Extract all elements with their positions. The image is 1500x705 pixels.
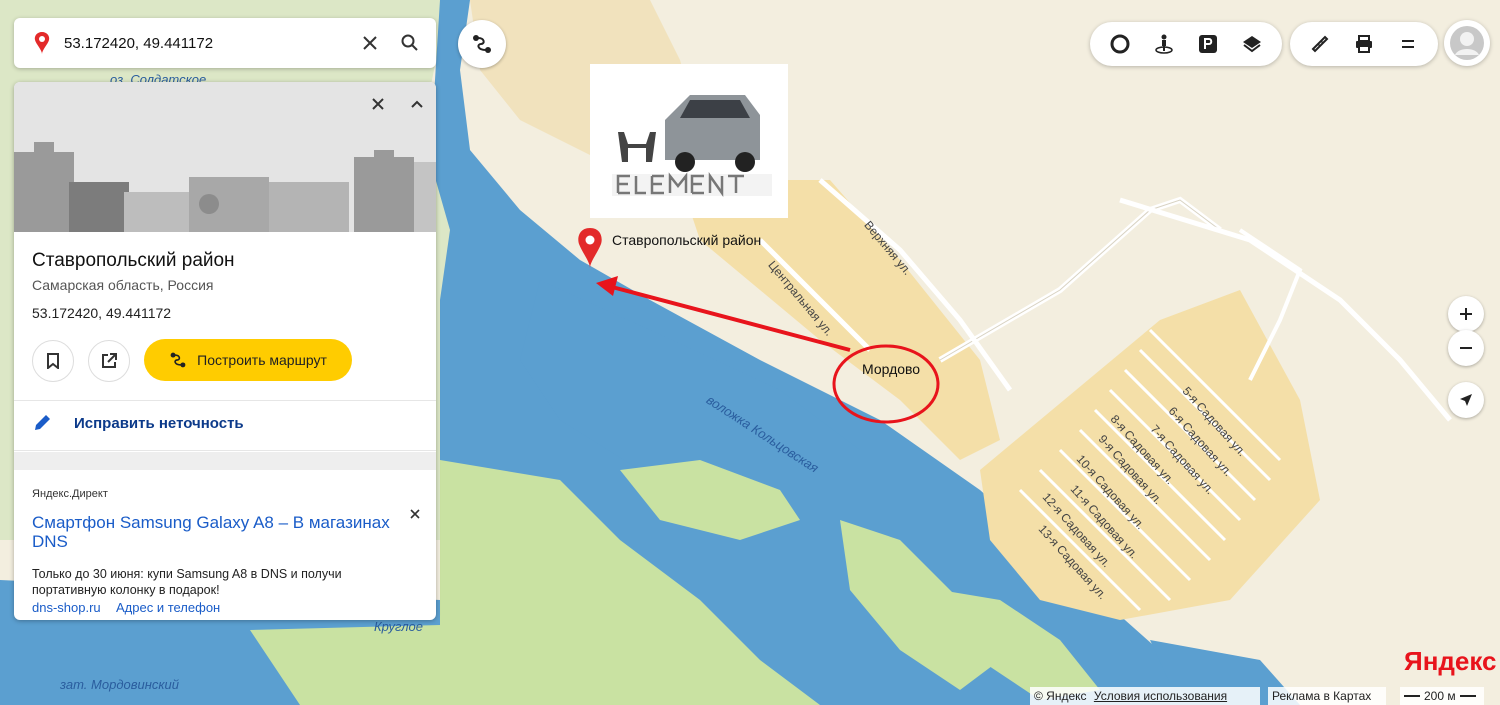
- search-icon: [401, 34, 418, 51]
- map-layers-button[interactable]: [1230, 22, 1274, 66]
- report-inaccuracy-link[interactable]: Исправить неточность: [32, 413, 244, 433]
- bookmark-button[interactable]: [32, 340, 74, 382]
- avatar-icon: [1450, 26, 1484, 60]
- card-divider: [14, 450, 436, 451]
- ad-separator: [14, 452, 436, 470]
- zoom-in-button[interactable]: [1448, 296, 1484, 332]
- ads-footer: Реклама в Картах: [1268, 687, 1386, 705]
- traffic-icon: [1110, 34, 1130, 54]
- place-subtitle: Самарская область, Россия: [32, 277, 214, 293]
- routes-button[interactable]: [458, 20, 506, 68]
- scale-line-left: [1404, 695, 1420, 697]
- panorama-man-icon: [1155, 34, 1173, 54]
- user-avatar[interactable]: [1444, 20, 1490, 66]
- menu-icon: [1402, 40, 1414, 48]
- place-title: Ставропольский район: [32, 250, 235, 271]
- close-icon: [372, 98, 384, 110]
- ad-text: Только до 30 июня: купи Samsung A8 в DNS…: [32, 567, 342, 597]
- zoom-out-button[interactable]: [1448, 330, 1484, 366]
- share-button[interactable]: [88, 340, 130, 382]
- water-label-krugloe: Круглое: [374, 619, 424, 634]
- my-location-button[interactable]: [1448, 382, 1484, 418]
- ad-source: Яндекс.Директ: [32, 488, 108, 500]
- search-input[interactable]: 53.172420, 49.441172: [64, 35, 350, 52]
- close-card-button[interactable]: [358, 84, 398, 124]
- scale-line-right: [1459, 695, 1476, 697]
- bookmark-icon: [47, 353, 59, 369]
- village-label[interactable]: Мордово: [862, 361, 920, 377]
- water-label-mordovinsky: зат. Мордовинский: [60, 677, 180, 692]
- ad-link-address[interactable]: Адрес и телефон: [116, 600, 220, 615]
- terms-link[interactable]: Условия использования: [1094, 689, 1227, 703]
- close-icon: [410, 509, 420, 519]
- location-pin-icon: [34, 32, 50, 54]
- card-divider: [14, 400, 436, 401]
- scale-label: 200 м: [1424, 689, 1456, 703]
- place-banner: [14, 82, 436, 232]
- parking-icon: [1199, 35, 1217, 53]
- build-route-label: Построить маршрут: [197, 352, 327, 368]
- close-icon: [363, 36, 377, 50]
- ruler-button[interactable]: [1298, 22, 1342, 66]
- search-button[interactable]: [390, 23, 430, 63]
- yandex-logo: Яндекс: [1404, 646, 1497, 676]
- place-coordinates[interactable]: 53.172420, 49.441172: [32, 305, 171, 321]
- build-route-button[interactable]: Построить маршрут: [144, 339, 352, 381]
- plus-icon: [1460, 308, 1472, 320]
- report-inaccuracy-label: Исправить неточность: [74, 414, 244, 432]
- ad-link-site[interactable]: dns-shop.ru: [32, 600, 101, 615]
- ads-link[interactable]: Реклама в Картах: [1272, 689, 1371, 703]
- tools-toolbar: [1290, 22, 1438, 66]
- share-icon: [102, 353, 117, 368]
- ad-title[interactable]: Смартфон Samsung Galaxy A8 – В магазинах…: [32, 513, 402, 551]
- copyright-text: © Яндекс: [1034, 689, 1087, 703]
- locate-arrow-icon: [1460, 394, 1472, 406]
- pencil-icon: [35, 415, 50, 430]
- parking-button[interactable]: [1186, 22, 1230, 66]
- printer-icon: [1356, 35, 1372, 53]
- traffic-button[interactable]: [1098, 22, 1142, 66]
- ruler-icon: [1311, 35, 1329, 53]
- chevron-up-icon: [411, 100, 423, 108]
- route-icon: [170, 352, 186, 368]
- clear-search-button[interactable]: [350, 23, 390, 63]
- layers-icon: [1243, 36, 1261, 53]
- route-icon: [473, 35, 491, 53]
- print-button[interactable]: [1342, 22, 1386, 66]
- panorama-button[interactable]: [1142, 22, 1186, 66]
- minus-icon: [1460, 347, 1472, 349]
- ad-block[interactable]: Яндекс.Директ Смартфон Samsung Galaxy A8…: [14, 470, 436, 620]
- place-card: Ставропольский район Самарская область, …: [14, 82, 436, 620]
- honda-element-logo: [590, 64, 788, 218]
- marker-label[interactable]: Ставропольский район: [612, 232, 761, 248]
- collapse-card-button[interactable]: [398, 84, 436, 124]
- close-ad-button[interactable]: [410, 506, 420, 524]
- map-footer: © Яндекс Условия использования: [1030, 687, 1260, 705]
- scale-bar: 200 м: [1400, 687, 1484, 705]
- menu-button[interactable]: [1386, 22, 1430, 66]
- search-bar: 53.172420, 49.441172: [14, 18, 436, 68]
- layers-toolbar: [1090, 22, 1282, 66]
